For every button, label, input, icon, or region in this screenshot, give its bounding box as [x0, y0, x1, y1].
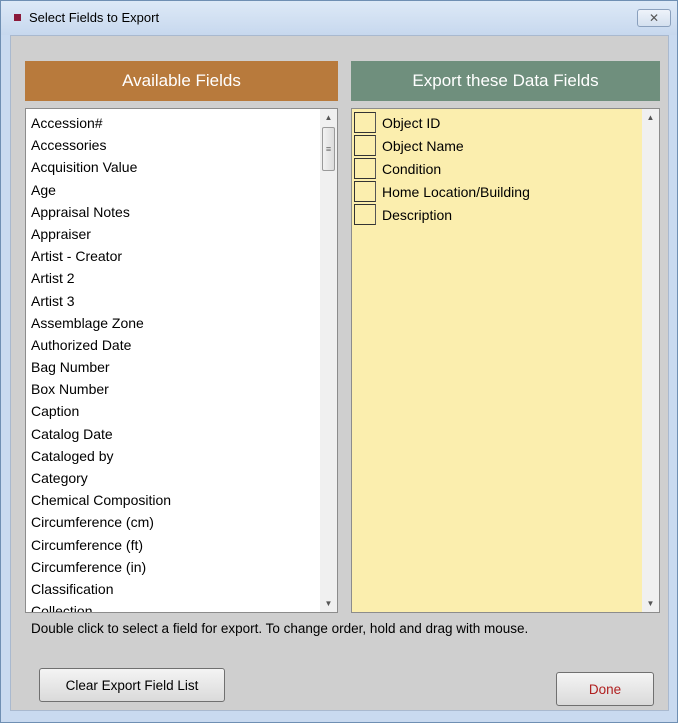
available-field-item[interactable]: Acquisition Value	[31, 156, 316, 178]
export-field-checkbox[interactable]	[354, 135, 376, 156]
available-field-item[interactable]: Collection	[31, 600, 316, 612]
export-fields-list[interactable]: Object ID Object Name Condition Home Locati…	[351, 108, 660, 613]
export-field-label: Condition	[382, 160, 442, 177]
export-field-label: Description	[382, 206, 453, 223]
export-field-row[interactable]: Object ID	[354, 111, 530, 134]
export-fields-items: Object ID Object Name Condition Home Locati…	[354, 111, 530, 226]
close-button[interactable]: ✕	[637, 9, 671, 27]
scroll-down-icon[interactable]: ▼	[320, 595, 337, 612]
scroll-up-icon[interactable]: ▲	[642, 109, 659, 126]
available-fields-scrollbar[interactable]: ▲ ≡ ▼	[320, 109, 337, 612]
available-field-item[interactable]: Category	[31, 467, 316, 489]
available-field-item[interactable]: Circumference (cm)	[31, 511, 316, 533]
scroll-thumb[interactable]: ≡	[322, 127, 335, 171]
available-fields-header: Available Fields	[25, 61, 338, 101]
done-button[interactable]: Done	[556, 672, 654, 706]
export-field-row[interactable]: Condition	[354, 157, 530, 180]
export-field-row[interactable]: Object Name	[354, 134, 530, 157]
export-field-checkbox[interactable]	[354, 181, 376, 202]
export-fields-header: Export these Data Fields	[351, 61, 660, 101]
instructions-text: Double click to select a field for expor…	[31, 621, 529, 636]
available-field-item[interactable]: Caption	[31, 400, 316, 422]
available-field-item[interactable]: Catalog Date	[31, 423, 316, 445]
available-fields-items: Accession# Accessories Acquisition Value Ag…	[31, 112, 316, 612]
export-field-label: Object Name	[382, 137, 464, 154]
available-field-item[interactable]: Accessories	[31, 134, 316, 156]
available-field-item[interactable]: Artist - Creator	[31, 245, 316, 267]
export-field-row[interactable]: Home Location/Building	[354, 180, 530, 203]
available-field-item[interactable]: Circumference (ft)	[31, 534, 316, 556]
available-field-item[interactable]: Authorized Date	[31, 334, 316, 356]
scroll-down-icon[interactable]: ▼	[642, 595, 659, 612]
clear-export-list-button[interactable]: Clear Export Field List	[39, 668, 225, 702]
window-title: Select Fields to Export	[29, 10, 160, 25]
app-icon	[14, 14, 21, 21]
scroll-up-icon[interactable]: ▲	[320, 109, 337, 126]
available-field-item[interactable]: Appraiser	[31, 223, 316, 245]
export-field-label: Home Location/Building	[382, 183, 530, 200]
available-field-item[interactable]: Age	[31, 179, 316, 201]
title-bar[interactable]: Select Fields to Export ✕	[1, 1, 677, 35]
available-field-item[interactable]: Circumference (in)	[31, 556, 316, 578]
export-field-checkbox[interactable]	[354, 204, 376, 225]
grip-icon: ≡	[325, 144, 332, 154]
available-field-item[interactable]: Appraisal Notes	[31, 201, 316, 223]
export-fields-scrollbar[interactable]: ▲ ▼	[642, 109, 659, 612]
dialog-body: Available Fields Export these Data Field…	[10, 35, 669, 711]
export-field-row[interactable]: Description	[354, 203, 530, 226]
export-field-checkbox[interactable]	[354, 158, 376, 179]
available-field-item[interactable]: Assemblage Zone	[31, 312, 316, 334]
available-field-item[interactable]: Accession#	[31, 112, 316, 134]
available-field-item[interactable]: Bag Number	[31, 356, 316, 378]
available-field-item[interactable]: Artist 2	[31, 267, 316, 289]
available-field-item[interactable]: Cataloged by	[31, 445, 316, 467]
close-icon: ✕	[648, 11, 660, 25]
export-field-checkbox[interactable]	[354, 112, 376, 133]
available-field-item[interactable]: Classification	[31, 578, 316, 600]
available-fields-list[interactable]: Accession# Accessories Acquisition Value Ag…	[25, 108, 338, 613]
available-field-item[interactable]: Artist 3	[31, 290, 316, 312]
available-field-item[interactable]: Box Number	[31, 378, 316, 400]
export-field-label: Object ID	[382, 114, 441, 131]
export-fields-dialog: Select Fields to Export ✕ Available Fiel…	[0, 0, 678, 723]
available-field-item[interactable]: Chemical Composition	[31, 489, 316, 511]
